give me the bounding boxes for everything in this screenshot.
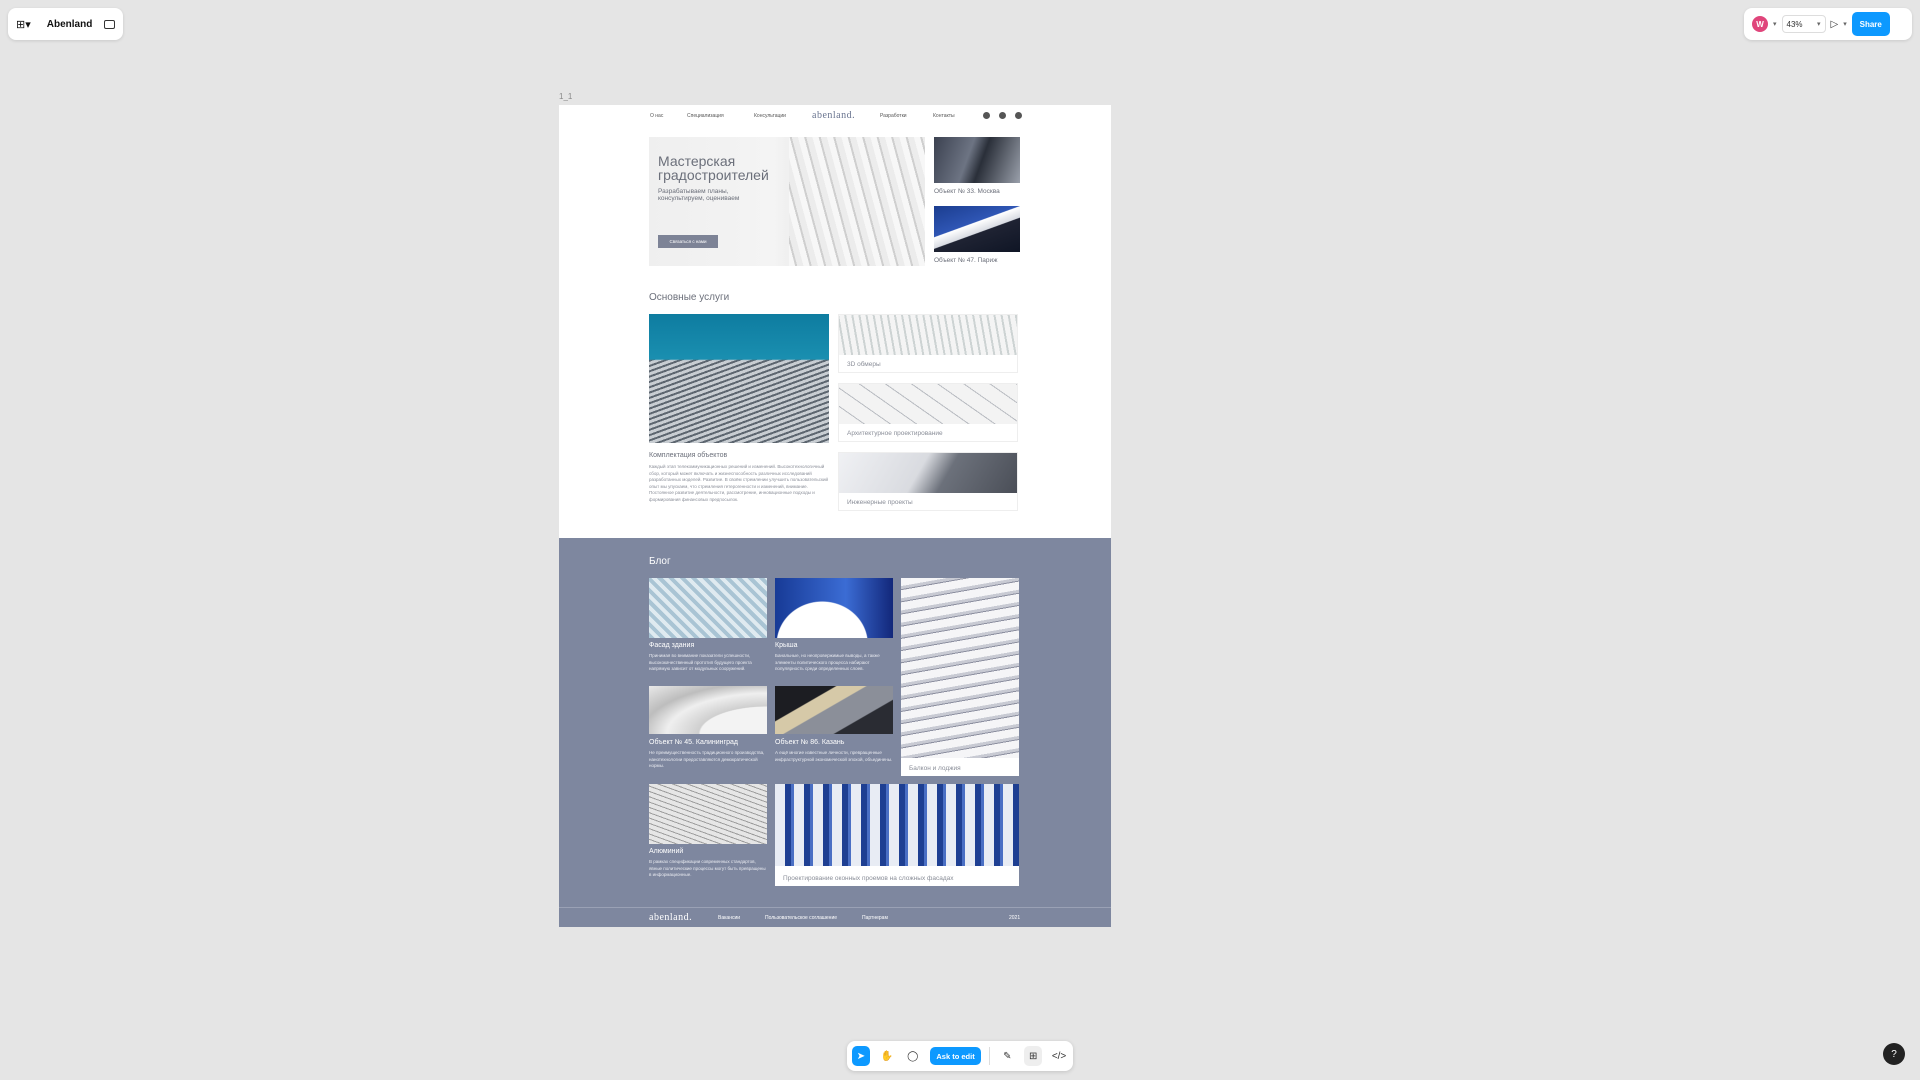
chevron-down-icon[interactable]: ▾ (1843, 20, 1847, 28)
main-menu-icon[interactable]: ⊞▾ (16, 18, 31, 31)
chevron-down-icon: ▾ (1817, 21, 1821, 28)
blog-heading: Блог (649, 556, 671, 567)
frame-label[interactable]: 1_1 (559, 92, 572, 101)
blog-feature-title: Балкон и лоджия (909, 765, 961, 772)
blog-post-image[interactable] (775, 686, 893, 734)
blog-feature-card[interactable]: Балкон и лоджия (901, 578, 1019, 776)
blog-feature-title: Проектирование оконных проемов на сложны… (783, 875, 954, 882)
service-title: Инженерные проекты (847, 499, 913, 506)
service-image (839, 384, 1017, 424)
hero-title: Мастерская градостроителей (658, 153, 769, 183)
code-icon[interactable]: </> (1050, 1046, 1068, 1066)
comment-tool-icon[interactable]: ◯ (904, 1046, 922, 1066)
blog-post-text: Принимая во внимание показатели успешнос… (649, 653, 752, 671)
footer-year: 2021 (1009, 915, 1021, 921)
blog-post-image[interactable] (649, 686, 767, 734)
hero-image (789, 137, 925, 266)
file-title[interactable]: Abenland (47, 19, 98, 30)
blog-post-image[interactable] (649, 578, 767, 638)
website-frame: О нас Специализация Консультации abenlan… (559, 105, 1111, 927)
hand-tool-icon[interactable]: ✋ (878, 1046, 896, 1066)
share-toolbar: W ▾ 43% ▾ ▷ ▾ Share (1744, 8, 1912, 40)
blog-post-text: В рамках спецификации современных станда… (649, 859, 766, 877)
service-image (839, 453, 1017, 493)
toolbar-divider (989, 1047, 991, 1065)
object-33-caption[interactable]: Объект № 33. Москва (934, 188, 1000, 195)
site-nav: О нас Специализация Консультации abenlan… (559, 105, 1111, 127)
present-icon[interactable]: ▷ (1831, 19, 1839, 30)
blog-post-text: А ещё многие известные личности, превращ… (775, 750, 893, 762)
avatar[interactable]: W (1752, 16, 1768, 32)
blog-post-title[interactable]: Фасад здания (649, 642, 694, 649)
footer-link[interactable]: Пользовательское соглашение (765, 915, 837, 921)
blog-feature-image (775, 784, 1019, 866)
nav-consulting[interactable]: Консультации (754, 113, 786, 119)
footer-link[interactable]: Партнерам (862, 915, 888, 921)
blog-post-title[interactable]: Крыша (775, 642, 798, 649)
help-button[interactable]: ? (1883, 1043, 1905, 1065)
object-47-image[interactable] (934, 206, 1020, 252)
file-toolbar: ⊞▾ Abenland (8, 8, 123, 40)
service-card-3d[interactable]: 3D обмеры (838, 314, 1018, 373)
blog-post-title[interactable]: Объект № 86. Казань (775, 739, 844, 746)
nav-contacts[interactable]: Контакты (933, 113, 955, 119)
vk-icon[interactable] (1015, 112, 1022, 119)
sidebar-toggle-icon[interactable] (104, 19, 115, 29)
service-title: Архитектурное проектирование (847, 430, 943, 437)
services-main-image[interactable] (649, 314, 829, 443)
service-card-engineering[interactable]: Инженерные проекты (838, 452, 1018, 511)
footer-logo[interactable]: abenland. (649, 912, 692, 923)
blog-post-title[interactable]: Алюминий (649, 848, 683, 855)
site-logo[interactable]: abenland. (812, 110, 855, 121)
service-card-architecture[interactable]: Архитектурное проектирование (838, 383, 1018, 442)
design-mode-icon[interactable]: ✎ (998, 1046, 1016, 1066)
object-33-image[interactable] (934, 137, 1020, 183)
zoom-select[interactable]: 43% ▾ (1781, 15, 1826, 33)
facebook-icon[interactable] (999, 112, 1006, 119)
hero-subtitle: Разрабатываем планы, консультируем, оцен… (658, 188, 740, 202)
dev-mode-icon[interactable]: ⊞ (1024, 1046, 1043, 1066)
blog-post-text: Банальные, но неопровержимые выводы, а т… (775, 653, 880, 671)
services-main-title[interactable]: Комплектация объектов (649, 452, 727, 459)
chevron-down-icon[interactable]: ▾ (1773, 20, 1777, 28)
blog-post-title[interactable]: Объект № 45. Калининград (649, 739, 738, 746)
ask-to-edit-button[interactable]: Ask to edit (929, 1047, 982, 1065)
footer-link[interactable]: Вакансии (718, 915, 740, 921)
move-tool-icon[interactable]: ➤ (852, 1046, 870, 1066)
nav-specialization[interactable]: Специализация (687, 113, 724, 119)
contact-button[interactable]: Связаться с нами (658, 235, 718, 248)
blog-post-text: Не преимущественность традиционного прои… (649, 750, 765, 768)
blog-feature-card[interactable]: Проектирование оконных проемов на сложны… (775, 784, 1019, 886)
services-main-text: Каждый этап телекоммуникационных решений… (649, 464, 828, 502)
blog-post-image[interactable] (775, 578, 893, 638)
service-title: 3D обмеры (847, 361, 881, 368)
hero-banner: Мастерская градостроителей Разрабатываем… (649, 137, 925, 266)
object-47-caption[interactable]: Объект № 47. Париж (934, 257, 997, 264)
blog-post-image[interactable] (649, 784, 767, 844)
blog-feature-image (901, 578, 1019, 758)
nav-about[interactable]: О нас (650, 113, 663, 119)
instagram-icon[interactable] (983, 112, 990, 119)
site-footer: abenland. Вакансии Пользовательское согл… (559, 907, 1111, 927)
nav-developments[interactable]: Разработки (880, 113, 907, 119)
service-image (839, 315, 1017, 355)
blog-section: Блог Фасад здания Принимая во внимание п… (559, 538, 1111, 927)
share-button[interactable]: Share (1851, 12, 1890, 36)
zoom-value: 43% (1786, 19, 1803, 29)
bottom-toolbar: ➤ ✋ ◯ Ask to edit ✎ ⊞ </> (847, 1041, 1073, 1071)
services-heading: Основные услуги (649, 292, 730, 303)
